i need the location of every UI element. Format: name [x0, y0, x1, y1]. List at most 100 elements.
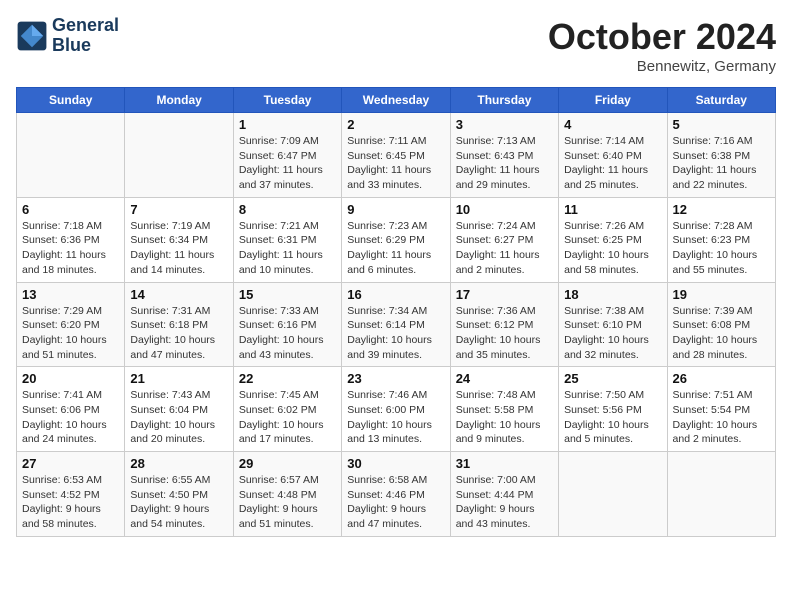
calendar-cell: 5Sunrise: 7:16 AMSunset: 6:38 PMDaylight…: [667, 113, 775, 198]
calendar-cell: 14 Sunrise: 7:31 AMSunset: 6:18 PMDayligh…: [125, 282, 233, 367]
day-number: 13: [22, 287, 119, 302]
calendar-cell: 3 Sunrise: 7:13 AMSunset: 6:43 PMDaylight…: [450, 113, 558, 198]
day-number: 29: [239, 456, 336, 471]
day-number: 31: [456, 456, 553, 471]
calendar-cell: [125, 113, 233, 198]
day-number: 25: [564, 371, 661, 386]
day-number: 1: [239, 117, 336, 132]
day-number: 14: [130, 287, 227, 302]
day-content: Sunrise: 7:29 AMSunset: 6:20 PMDaylight:…: [22, 304, 119, 363]
page-header: General Blue October 2024 Bennewitz, Ger…: [16, 16, 776, 75]
day-content: Sunrise: 7:16 AMSunset: 6:38 PMDaylight:…: [673, 134, 770, 193]
calendar-cell: 8 Sunrise: 7:21 AMSunset: 6:31 PMDaylight…: [233, 197, 341, 282]
calendar-cell: 10 Sunrise: 7:24 AMSunset: 6:27 PMDayligh…: [450, 197, 558, 282]
day-content: Sunrise: 7:46 AMSunset: 6:00 PMDaylight:…: [347, 388, 444, 447]
day-number: 19: [673, 287, 770, 302]
calendar-cell: 27 Sunrise: 6:53 AMSunset: 4:52 PMDayligh…: [17, 452, 125, 537]
calendar-week-2: 6Sunrise: 7:18 AMSunset: 6:36 PMDaylight…: [17, 197, 776, 282]
day-number: 3: [456, 117, 553, 132]
weekday-header-friday: Friday: [559, 88, 667, 113]
calendar-cell: [667, 452, 775, 537]
day-number: 15: [239, 287, 336, 302]
calendar-cell: 11Sunrise: 7:26 AMSunset: 6:25 PMDayligh…: [559, 197, 667, 282]
calendar-cell: 21Sunrise: 7:43 AMSunset: 6:04 PMDayligh…: [125, 367, 233, 452]
day-content: Sunrise: 7:39 AMSunset: 6:08 PMDaylight:…: [673, 304, 770, 363]
day-number: 22: [239, 371, 336, 386]
day-number: 10: [456, 202, 553, 217]
day-content: Sunrise: 7:18 AMSunset: 6:36 PMDaylight:…: [22, 219, 119, 278]
calendar-table: SundayMondayTuesdayWednesdayThursdayFrid…: [16, 87, 776, 537]
day-content: Sunrise: 7:13 AMSunset: 6:43 PMDaylight:…: [456, 134, 553, 193]
calendar-cell: 23 Sunrise: 7:46 AMSunset: 6:00 PMDayligh…: [342, 367, 450, 452]
day-number: 2: [347, 117, 444, 132]
calendar-body: 1 Sunrise: 7:09 AMSunset: 6:47 PMDaylight…: [17, 113, 776, 537]
logo: General Blue: [16, 16, 119, 56]
calendar-cell: 26 Sunrise: 7:51 AMSunset: 5:54 PMDayligh…: [667, 367, 775, 452]
title-block: October 2024 Bennewitz, Germany: [548, 16, 776, 75]
calendar-cell: 9Sunrise: 7:23 AMSunset: 6:29 PMDaylight…: [342, 197, 450, 282]
day-content: Sunrise: 7:14 AMSunset: 6:40 PMDaylight:…: [564, 134, 661, 193]
calendar-cell: 2Sunrise: 7:11 AMSunset: 6:45 PMDaylight…: [342, 113, 450, 198]
weekday-header-sunday: Sunday: [17, 88, 125, 113]
day-number: 4: [564, 117, 661, 132]
day-number: 12: [673, 202, 770, 217]
day-content: Sunrise: 7:33 AMSunset: 6:16 PMDaylight:…: [239, 304, 336, 363]
calendar-cell: 6Sunrise: 7:18 AMSunset: 6:36 PMDaylight…: [17, 197, 125, 282]
day-content: Sunrise: 7:41 AMSunset: 6:06 PMDaylight:…: [22, 388, 119, 447]
calendar-cell: 28 Sunrise: 6:55 AMSunset: 4:50 PMDayligh…: [125, 452, 233, 537]
day-content: Sunrise: 7:19 AMSunset: 6:34 PMDaylight:…: [130, 219, 227, 278]
calendar-cell: 12 Sunrise: 7:28 AMSunset: 6:23 PMDayligh…: [667, 197, 775, 282]
calendar-cell: 30 Sunrise: 6:58 AMSunset: 4:46 PMDayligh…: [342, 452, 450, 537]
calendar-cell: 7 Sunrise: 7:19 AMSunset: 6:34 PMDaylight…: [125, 197, 233, 282]
calendar-cell: 20 Sunrise: 7:41 AMSunset: 6:06 PMDayligh…: [17, 367, 125, 452]
day-number: 23: [347, 371, 444, 386]
day-number: 26: [673, 371, 770, 386]
day-content: Sunrise: 7:38 AMSunset: 6:10 PMDaylight:…: [564, 304, 661, 363]
calendar-cell: 29 Sunrise: 6:57 AMSunset: 4:48 PMDayligh…: [233, 452, 341, 537]
day-content: Sunrise: 7:45 AMSunset: 6:02 PMDaylight:…: [239, 388, 336, 447]
calendar-week-1: 1 Sunrise: 7:09 AMSunset: 6:47 PMDaylight…: [17, 113, 776, 198]
logo-icon: [16, 20, 48, 52]
calendar-header: SundayMondayTuesdayWednesdayThursdayFrid…: [17, 88, 776, 113]
day-content: Sunrise: 7:50 AMSunset: 5:56 PMDaylight:…: [564, 388, 661, 447]
day-content: Sunrise: 7:24 AMSunset: 6:27 PMDaylight:…: [456, 219, 553, 278]
day-content: Sunrise: 7:21 AMSunset: 6:31 PMDaylight:…: [239, 219, 336, 278]
day-number: 20: [22, 371, 119, 386]
weekday-header-tuesday: Tuesday: [233, 88, 341, 113]
weekday-header-thursday: Thursday: [450, 88, 558, 113]
location: Bennewitz, Germany: [548, 58, 776, 75]
weekday-header-saturday: Saturday: [667, 88, 775, 113]
day-number: 30: [347, 456, 444, 471]
day-content: Sunrise: 6:55 AMSunset: 4:50 PMDaylight:…: [130, 473, 227, 532]
calendar-cell: 31Sunrise: 7:00 AMSunset: 4:44 PMDayligh…: [450, 452, 558, 537]
calendar-week-4: 20 Sunrise: 7:41 AMSunset: 6:06 PMDayligh…: [17, 367, 776, 452]
day-number: 28: [130, 456, 227, 471]
day-number: 16: [347, 287, 444, 302]
day-number: 17: [456, 287, 553, 302]
calendar-cell: [17, 113, 125, 198]
calendar-cell: 25 Sunrise: 7:50 AMSunset: 5:56 PMDayligh…: [559, 367, 667, 452]
day-number: 9: [347, 202, 444, 217]
day-content: Sunrise: 7:51 AMSunset: 5:54 PMDaylight:…: [673, 388, 770, 447]
calendar-cell: 1 Sunrise: 7:09 AMSunset: 6:47 PMDaylight…: [233, 113, 341, 198]
weekday-header-monday: Monday: [125, 88, 233, 113]
day-number: 27: [22, 456, 119, 471]
day-content: Sunrise: 6:58 AMSunset: 4:46 PMDaylight:…: [347, 473, 444, 532]
day-content: Sunrise: 7:31 AMSunset: 6:18 PMDaylight:…: [130, 304, 227, 363]
day-content: Sunrise: 7:34 AMSunset: 6:14 PMDaylight:…: [347, 304, 444, 363]
weekday-header-wednesday: Wednesday: [342, 88, 450, 113]
day-content: Sunrise: 7:28 AMSunset: 6:23 PMDaylight:…: [673, 219, 770, 278]
calendar-cell: 13 Sunrise: 7:29 AMSunset: 6:20 PMDayligh…: [17, 282, 125, 367]
calendar-week-3: 13 Sunrise: 7:29 AMSunset: 6:20 PMDayligh…: [17, 282, 776, 367]
day-content: Sunrise: 6:53 AMSunset: 4:52 PMDaylight:…: [22, 473, 119, 532]
logo-text: General Blue: [52, 16, 119, 56]
calendar-cell: 16 Sunrise: 7:34 AMSunset: 6:14 PMDayligh…: [342, 282, 450, 367]
day-content: Sunrise: 6:57 AMSunset: 4:48 PMDaylight:…: [239, 473, 336, 532]
day-content: Sunrise: 7:09 AMSunset: 6:47 PMDaylight:…: [239, 134, 336, 193]
day-number: 7: [130, 202, 227, 217]
calendar-cell: 15 Sunrise: 7:33 AMSunset: 6:16 PMDayligh…: [233, 282, 341, 367]
calendar-cell: 4 Sunrise: 7:14 AMSunset: 6:40 PMDaylight…: [559, 113, 667, 198]
day-number: 21: [130, 371, 227, 386]
day-number: 8: [239, 202, 336, 217]
day-content: Sunrise: 7:36 AMSunset: 6:12 PMDaylight:…: [456, 304, 553, 363]
